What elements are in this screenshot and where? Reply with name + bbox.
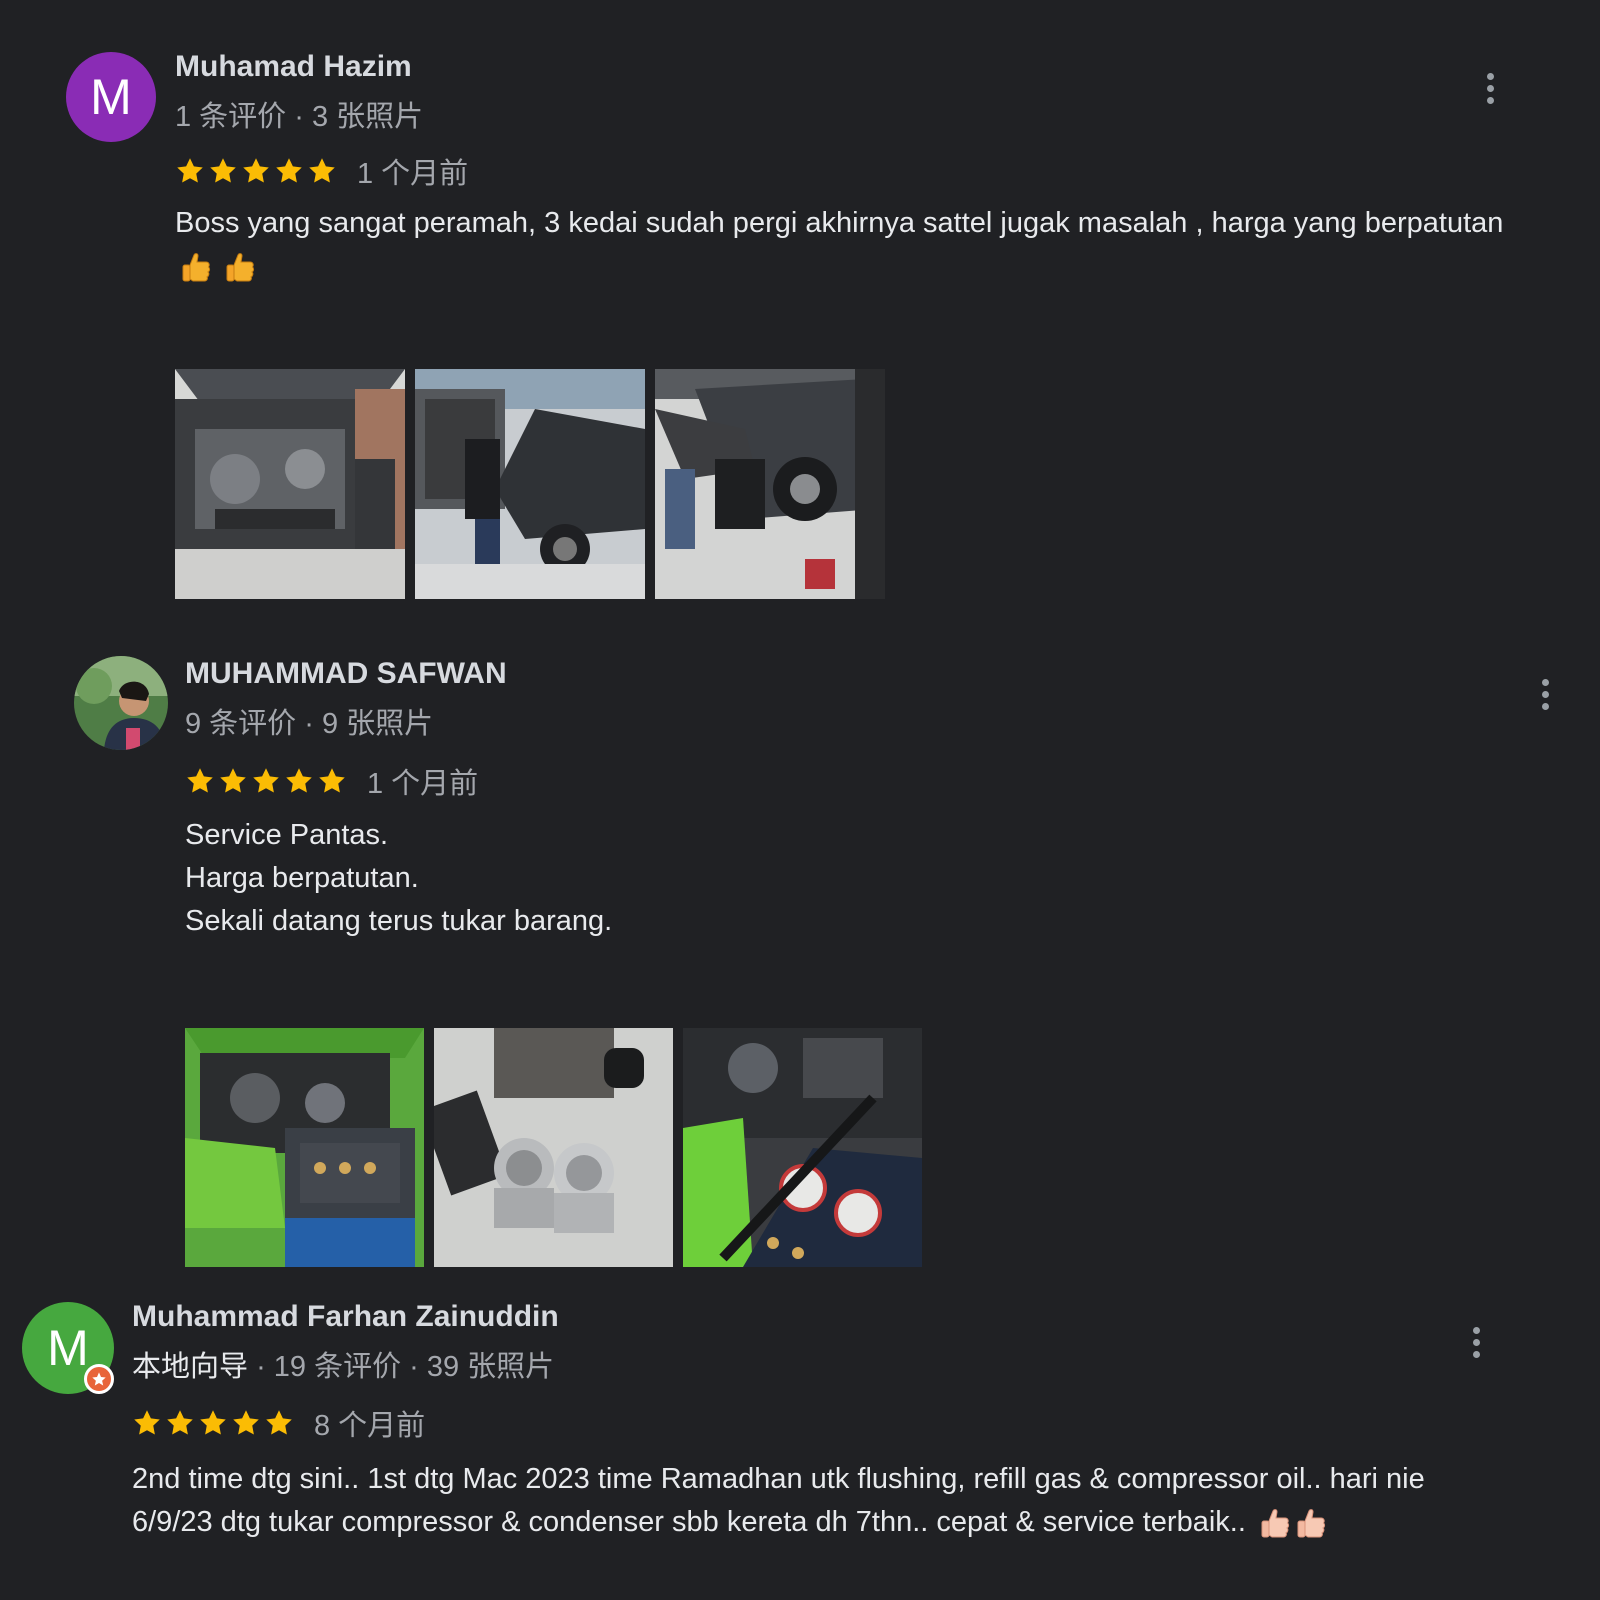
star-icon: [218, 766, 248, 796]
rating-row: 8 个月前: [132, 1402, 425, 1444]
review-photos: [175, 369, 885, 599]
star-icon: [241, 156, 271, 186]
compressor-parts-photo: [434, 1028, 673, 1267]
review-text: Service Pantas. Harga berpatutan. Sekali…: [185, 814, 612, 943]
review-card: MUHAMMAD SAFWAN 9 条评价 · 9 张照片 1 个月前 Serv…: [0, 600, 1600, 1270]
review-text-line: Harga berpatutan.: [185, 862, 419, 894]
review-date: 1 个月前: [357, 158, 469, 190]
avatar[interactable]: M: [66, 52, 156, 142]
star-icon: [251, 766, 281, 796]
emoji-line: [175, 245, 1503, 288]
local-guide-badge-icon: [84, 1364, 114, 1394]
more-vert-icon: [1541, 678, 1549, 686]
reviewer-name[interactable]: Muhamad Hazim: [175, 50, 412, 84]
star-rating: [175, 156, 337, 186]
review-photo[interactable]: [655, 369, 885, 599]
green-car-engine-photo: [185, 1028, 424, 1267]
reviewer-meta: 1 条评价 · 3 张照片: [175, 101, 424, 133]
star-icon: [198, 1408, 228, 1438]
star-rating: [185, 766, 347, 796]
review-photo[interactable]: [415, 369, 645, 599]
star-icon: [208, 156, 238, 186]
more-vert-icon: [1472, 1326, 1480, 1334]
reviewer-name[interactable]: MUHAMMAD SAFWAN: [185, 657, 507, 691]
star-icon: [307, 156, 337, 186]
review-card: M Muhamad Hazim 1 条评价 · 3 张照片 1 个月前 Boss…: [0, 0, 1600, 600]
thumbs-up-icon: [225, 251, 255, 283]
review-date: 8 个月前: [314, 1410, 426, 1442]
star-icon: [284, 766, 314, 796]
star-icon: [231, 1408, 261, 1438]
review-text-line: Service Pantas.: [185, 819, 389, 851]
review-photo[interactable]: [185, 1028, 424, 1267]
star-rating: [132, 1408, 294, 1438]
rating-row: 1 个月前: [185, 760, 478, 802]
star-icon: [132, 1408, 162, 1438]
reviewer-name[interactable]: Muhammad Farhan Zainuddin: [132, 1300, 559, 1334]
thumbs-up-icon: [1260, 1507, 1290, 1539]
review-text-line: 6/9/23 dtg tukar compressor & condenser …: [132, 1501, 1425, 1544]
more-options-button[interactable]: [1535, 674, 1555, 714]
rating-row: 1 个月前: [175, 150, 468, 192]
star-icon: [165, 1408, 195, 1438]
gas-gauge-machine-photo: [683, 1028, 922, 1267]
star-icon: [317, 766, 347, 796]
thumbs-up-icon: [1296, 1507, 1326, 1539]
review-photos: [185, 1028, 922, 1267]
review-photo[interactable]: [175, 369, 405, 599]
thumbs-up-icon: [181, 251, 211, 283]
more-vert-icon: [1486, 72, 1494, 80]
review-date: 1 个月前: [367, 768, 479, 800]
star-icon: [264, 1408, 294, 1438]
more-options-button[interactable]: [1480, 68, 1500, 108]
review-text-line: Boss yang sangat peramah, 3 kedai sudah …: [175, 207, 1504, 239]
reviewer-meta: 本地向导 · 19 条评价 · 39 张照片: [132, 1343, 554, 1385]
reviewer-meta: 9 条评价 · 9 张照片: [185, 708, 434, 740]
review-text-line: Sekali datang terus tukar barang.: [185, 905, 613, 937]
local-guide-label: 本地向导: [132, 1351, 249, 1383]
review-photo[interactable]: [434, 1028, 673, 1267]
review-photo[interactable]: [683, 1028, 922, 1267]
review-text-line: 2nd time dtg sini.. 1st dtg Mac 2023 tim…: [132, 1463, 1425, 1495]
review-card: M Muhammad Farhan Zainuddin 本地向导 · 19 条评…: [0, 1270, 1600, 1600]
avatar[interactable]: [74, 656, 168, 750]
review-text-segment: 6/9/23 dtg tukar compressor & condenser …: [132, 1506, 1246, 1538]
reviewer-counts: · 19 条评价 · 39 张照片: [248, 1351, 555, 1383]
review-text: 2nd time dtg sini.. 1st dtg Mac 2023 tim…: [132, 1458, 1425, 1544]
profile-photo: [74, 656, 168, 750]
more-options-button[interactable]: [1466, 1322, 1486, 1362]
review-text: Boss yang sangat peramah, 3 kedai sudah …: [175, 202, 1503, 288]
avatar-letter: M: [47, 1320, 89, 1376]
star-icon: [274, 156, 304, 186]
mechanic-at-car-photo: [415, 369, 645, 599]
star-icon: [175, 156, 205, 186]
car-engine-photo: [175, 369, 405, 599]
avatar-letter: M: [90, 69, 132, 125]
star-icon: [185, 766, 215, 796]
avatar[interactable]: M: [22, 1302, 114, 1394]
mechanic-bending-photo: [655, 369, 885, 599]
